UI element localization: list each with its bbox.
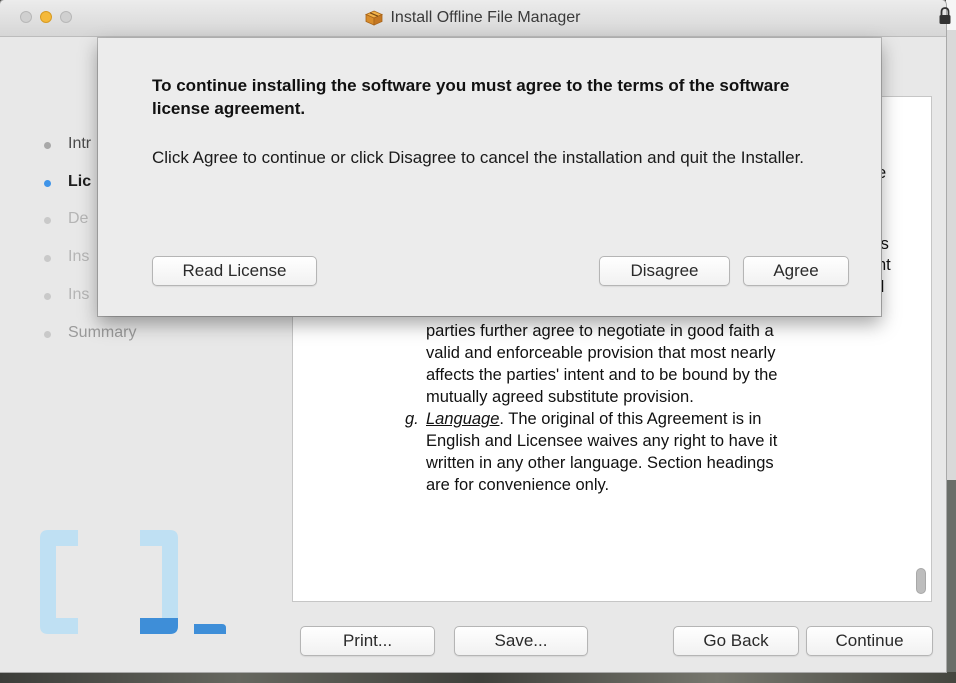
agree-button[interactable]: Agree (743, 256, 849, 286)
lock-icon (939, 7, 951, 24)
license-text-continuation: . The original of this Agreement is in (499, 410, 762, 428)
step-label: Lic (68, 173, 92, 190)
desktop-background-bottom (0, 672, 956, 683)
window-title-group: Install Offline File Manager (0, 0, 946, 36)
license-term: Language (426, 410, 500, 428)
go-back-button[interactable]: Go Back (673, 626, 799, 656)
step-dot (44, 293, 51, 300)
package-icon (365, 10, 384, 26)
title-bar[interactable]: Install Offline File Manager (0, 0, 946, 37)
window-title: Install Offline File Manager (390, 9, 581, 26)
step-label: Summary (68, 324, 137, 341)
license-agreement-sheet: To continue installing the software you … (98, 38, 881, 316)
step-dot (44, 180, 51, 187)
step-dot (44, 142, 51, 149)
save-button[interactable]: Save... (454, 626, 588, 656)
print-button[interactable]: Print... (300, 626, 435, 656)
step-label: Intr (68, 135, 92, 152)
license-text-line: written in any other language. Section h… (426, 454, 774, 472)
step-dot (44, 255, 51, 262)
license-text-line: Language. The original of this Agreement… (426, 408, 761, 430)
brackets-logo-icon (40, 530, 226, 634)
desktop-background (946, 0, 956, 683)
license-text-line: are for convenience only. (426, 476, 610, 494)
read-license-button[interactable]: Read License (152, 256, 317, 286)
license-text-line: English and Licensee waives any right to… (426, 432, 778, 450)
license-text-line: mutually agreed substitute provision. (426, 388, 694, 406)
license-text-line: affects the parties' intent and to be bo… (426, 366, 778, 384)
sheet-message: Click Agree to continue or click Disagre… (152, 148, 805, 167)
license-text-line: valid and enforceable provision that mos… (426, 344, 776, 362)
step-dot (44, 331, 51, 338)
step-label: De (68, 210, 89, 227)
step-label: Ins (68, 286, 90, 303)
license-item-marker: g. (405, 410, 419, 428)
installer-window: Install Offline File Manager Intr Lic De… (0, 0, 946, 672)
sheet-title: To continue installing the software you … (152, 76, 790, 118)
disagree-button[interactable]: Disagree (599, 256, 730, 286)
scrollbar-thumb[interactable] (916, 568, 926, 594)
license-text-line: parties further agree to negotiate in go… (426, 322, 774, 340)
step-label: Ins (68, 248, 90, 265)
step-dot (44, 217, 51, 224)
continue-button[interactable]: Continue (806, 626, 933, 656)
